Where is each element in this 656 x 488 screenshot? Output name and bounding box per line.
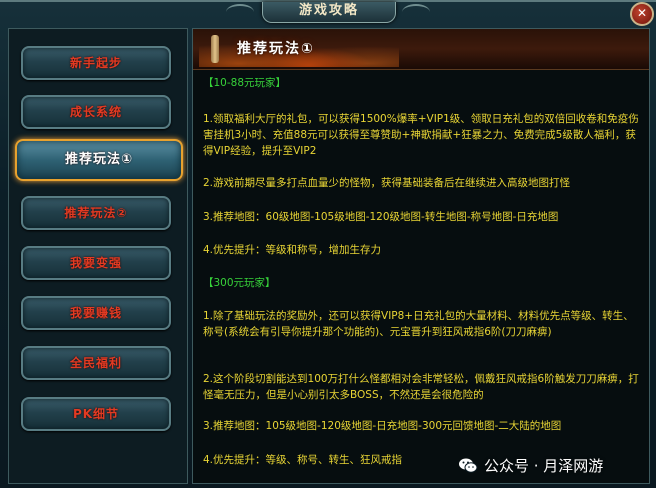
sidebar-item-newbie[interactable]: 新手起步	[21, 46, 171, 80]
sidebar-item-recommended-2[interactable]: 推荐玩法②	[21, 196, 171, 230]
sidebar-item-get-stronger[interactable]: 我要变强	[21, 246, 171, 280]
guide-item: 3.推荐地图：105级地图-120级地图-日充地图-300元回馈地图-二大陆的地…	[203, 420, 562, 432]
title-ornament-right	[402, 4, 430, 20]
section-title-10-88: 【10-88元玩家】	[203, 77, 287, 89]
guide-item: 4.优先提升：等级、称号、转生、狂风戒指	[203, 454, 403, 466]
guide-window: 游戏攻略 ✕ 新手起步 成长系统 推荐玩法① 推荐玩法② 我要变强 我要赚钱 全…	[0, 0, 656, 488]
content-header: 推荐玩法①	[193, 29, 649, 70]
sidebar-item-recommended-1[interactable]: 推荐玩法①	[15, 139, 183, 181]
title-ornament-left	[226, 4, 254, 20]
sidebar: 新手起步 成长系统 推荐玩法① 推荐玩法② 我要变强 我要赚钱 全民福利 PK细…	[8, 28, 188, 484]
page-title: 推荐玩法①	[237, 41, 315, 57]
content-panel: 推荐玩法① 【10-88元玩家】 1.领取福利大厅的礼包，可以获得1500%爆率…	[192, 28, 650, 484]
section-title-300: 【300元玩家】	[203, 277, 276, 289]
watermark-text: 公众号 · 月泽网游	[484, 457, 604, 475]
guide-item: 2.这个阶段切割能达到100万打什么怪都相对会非常轻松，佩戴狂风戒指6阶触发刀刀…	[203, 373, 639, 401]
guide-item: 4.优先提升：等级和称号，增加生存力	[203, 244, 382, 256]
scroll-pin-decoration	[211, 35, 219, 63]
guide-item: 3.推荐地图：60级地图-105级地图-120级地图-转生地图-称号地图-日充地…	[203, 211, 559, 223]
watermark: 公众号 · 月泽网游	[446, 454, 656, 478]
wechat-icon	[459, 458, 478, 473]
guide-item: 1.除了基础玩法的奖励外，还可以获得VIP8+日充礼包的大量材料、材料优先点等级…	[203, 310, 634, 338]
guide-item: 1.领取福利大厅的礼包，可以获得1500%爆率+VIP1级、领取日充礼包的双倍回…	[203, 113, 639, 157]
close-button[interactable]: ✕	[630, 2, 654, 26]
window-title: 游戏攻略	[262, 2, 396, 23]
close-icon: ✕	[636, 6, 648, 20]
sidebar-item-earn-money[interactable]: 我要赚钱	[21, 296, 171, 330]
guide-item: 2.游戏前期尽量多打点血量少的怪物，获得基础装备后在继续进入高级地图打怪	[203, 177, 571, 189]
sidebar-item-welfare[interactable]: 全民福利	[21, 346, 171, 380]
sidebar-item-growth[interactable]: 成长系统	[21, 95, 171, 129]
sidebar-item-pk-details[interactable]: PK细节	[21, 397, 171, 431]
